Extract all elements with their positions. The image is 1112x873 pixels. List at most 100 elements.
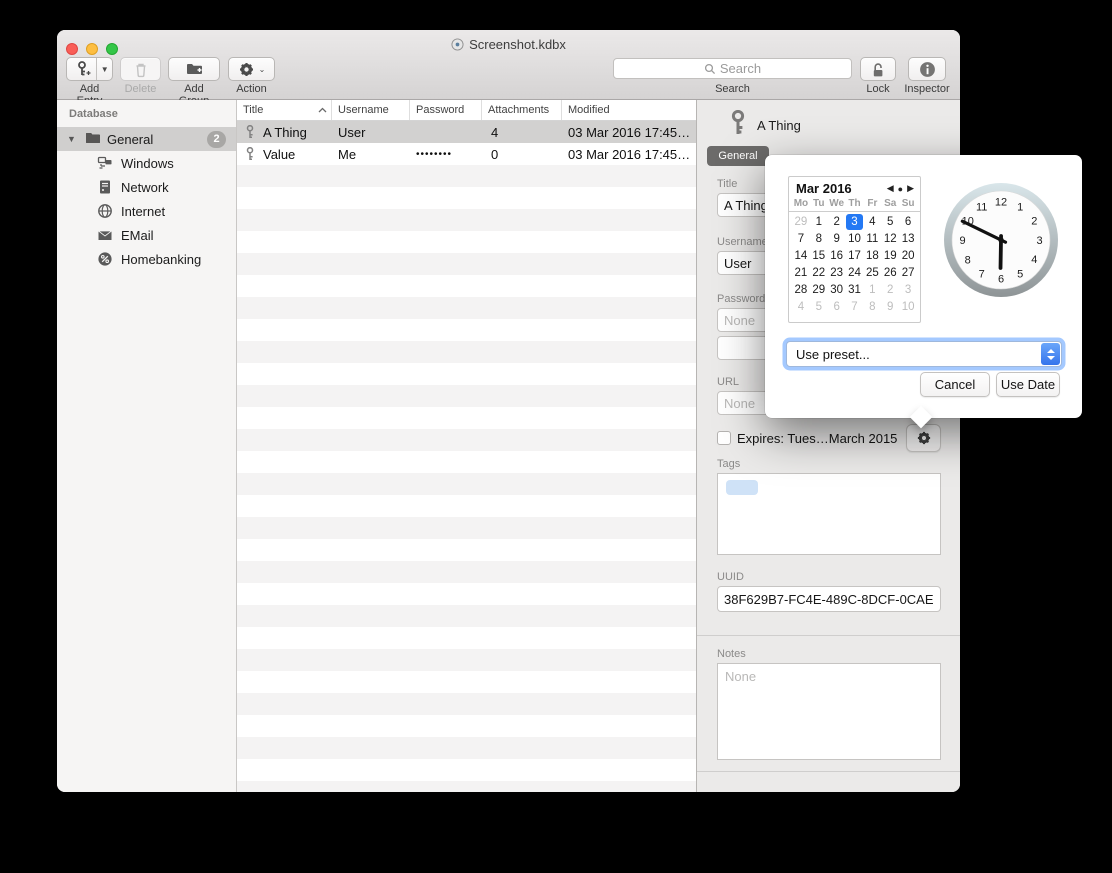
info-icon bbox=[919, 61, 936, 78]
use-date-button[interactable]: Use Date bbox=[996, 372, 1060, 397]
calendar-day[interactable]: 4 bbox=[792, 299, 810, 315]
clock-numeral: 1 bbox=[1017, 202, 1023, 214]
search-input[interactable]: Search bbox=[613, 58, 852, 79]
calendar-day[interactable]: 1 bbox=[863, 282, 881, 298]
clock-numeral: 3 bbox=[1036, 235, 1042, 247]
expires-row: Expires: Tues…March 2015 bbox=[717, 424, 941, 452]
sidebar-item-label: Homebanking bbox=[121, 252, 201, 267]
column-header-title[interactable]: Title bbox=[237, 100, 332, 120]
calendar-day[interactable]: 8 bbox=[863, 299, 881, 315]
calendar-day[interactable]: 22 bbox=[810, 265, 828, 281]
calendar-day[interactable]: 2 bbox=[828, 214, 846, 230]
calendar-day[interactable]: 31 bbox=[846, 282, 864, 298]
calendar-day[interactable]: 15 bbox=[810, 248, 828, 264]
calendar-day[interactable]: 25 bbox=[863, 265, 881, 281]
search-placeholder: Search bbox=[720, 61, 761, 76]
sort-ascending-icon bbox=[318, 107, 327, 113]
tags-field[interactable] bbox=[717, 473, 941, 555]
calendar-prev-button[interactable]: ◀ bbox=[887, 183, 894, 194]
sidebar-item-windows[interactable]: Windows bbox=[57, 151, 236, 175]
table-row[interactable]: A Thing User 4 03 Mar 2016 17:45… bbox=[237, 121, 696, 143]
chevron-down-icon: ▼ bbox=[97, 65, 112, 74]
calendar-day[interactable]: 9 bbox=[881, 299, 899, 315]
calendar-day[interactable]: 1 bbox=[810, 214, 828, 230]
calendar-day[interactable]: 11 bbox=[863, 231, 881, 247]
calendar-day[interactable]: 26 bbox=[881, 265, 899, 281]
date-picker-popover: Mar 2016 ◀ ● ▶ MoTuWeThFrSaSu 2912345678… bbox=[765, 155, 1082, 418]
calendar-next-button[interactable]: ▶ bbox=[907, 183, 914, 194]
calendar-day[interactable]: 10 bbox=[899, 299, 917, 315]
calendar-day[interactable]: 18 bbox=[863, 248, 881, 264]
calendar: Mar 2016 ◀ ● ▶ MoTuWeThFrSaSu 2912345678… bbox=[788, 176, 921, 323]
delete-button[interactable] bbox=[120, 57, 161, 81]
delete-label: Delete bbox=[120, 83, 161, 95]
sidebar-item-general[interactable]: ▼ General 2 bbox=[57, 127, 236, 151]
calendar-day[interactable]: 13 bbox=[899, 231, 917, 247]
cell-attachments: 4 bbox=[482, 125, 562, 140]
calendar-today-button[interactable]: ● bbox=[898, 184, 903, 194]
column-header-modified[interactable]: Modified bbox=[562, 100, 696, 120]
calendar-day[interactable]: 29 bbox=[810, 282, 828, 298]
calendar-month-label: Mar 2016 bbox=[796, 181, 883, 196]
calendar-day[interactable]: 6 bbox=[899, 214, 917, 230]
calendar-day[interactable]: 5 bbox=[881, 214, 899, 230]
calendar-day[interactable]: 5 bbox=[810, 299, 828, 315]
calendar-day[interactable]: 24 bbox=[846, 265, 864, 281]
sidebar-item-network[interactable]: Network bbox=[57, 175, 236, 199]
analog-clock[interactable]: 123456789101112 bbox=[941, 180, 1061, 300]
calendar-day[interactable]: 19 bbox=[881, 248, 899, 264]
calendar-day[interactable]: 9 bbox=[828, 231, 846, 247]
calendar-day[interactable]: 17 bbox=[846, 248, 864, 264]
calendar-day[interactable]: 3 bbox=[899, 282, 917, 298]
action-button[interactable]: ⌄ bbox=[228, 57, 275, 81]
calendar-day[interactable]: 12 bbox=[881, 231, 899, 247]
lock-icon bbox=[870, 61, 886, 78]
disclosure-triangle-icon[interactable]: ▼ bbox=[67, 134, 76, 144]
calendar-day[interactable]: 4 bbox=[863, 214, 881, 230]
cancel-button[interactable]: Cancel bbox=[920, 372, 990, 397]
sidebar: Database ▼ General 2 bbox=[57, 100, 237, 792]
sidebar-item-homebanking[interactable]: Homebanking bbox=[57, 247, 236, 271]
column-header-username[interactable]: Username bbox=[332, 100, 410, 120]
tag-token[interactable] bbox=[726, 480, 758, 495]
add-group-button[interactable] bbox=[168, 57, 220, 81]
expires-checkbox[interactable] bbox=[717, 431, 731, 445]
clock-numeral: 2 bbox=[1031, 216, 1037, 228]
calendar-day[interactable]: 2 bbox=[881, 282, 899, 298]
calendar-day[interactable]: 20 bbox=[899, 248, 917, 264]
table-row[interactable]: Value Me •••••••• 0 03 Mar 2016 17:45… bbox=[237, 143, 696, 165]
uuid-field[interactable]: 38F629B7-FC4E-489C-8DCF-0CAE bbox=[717, 586, 941, 612]
clock-numeral: 5 bbox=[1017, 268, 1023, 280]
document-icon bbox=[451, 38, 464, 51]
calendar-day[interactable]: 21 bbox=[792, 265, 810, 281]
expires-date-button[interactable] bbox=[906, 424, 941, 452]
calendar-day[interactable]: 7 bbox=[792, 231, 810, 247]
calendar-day-selected[interactable]: 3 bbox=[846, 214, 864, 230]
calendar-day[interactable]: 27 bbox=[899, 265, 917, 281]
cell-modified: 03 Mar 2016 17:45… bbox=[562, 125, 696, 140]
sidebar-item-internet[interactable]: Internet bbox=[57, 199, 236, 223]
preset-select[interactable]: Use preset... bbox=[786, 341, 1062, 367]
notes-field[interactable]: None bbox=[717, 663, 941, 760]
calendar-day[interactable]: 7 bbox=[846, 299, 864, 315]
calendar-day[interactable]: 30 bbox=[828, 282, 846, 298]
add-entry-button[interactable]: ▼ bbox=[66, 57, 113, 81]
calendar-day[interactable]: 28 bbox=[792, 282, 810, 298]
gear-icon bbox=[916, 430, 932, 446]
calendar-day[interactable]: 23 bbox=[828, 265, 846, 281]
calendar-day[interactable]: 10 bbox=[846, 231, 864, 247]
calendar-day[interactable]: 8 bbox=[810, 231, 828, 247]
server-icon bbox=[97, 179, 113, 195]
tab-general[interactable]: General bbox=[707, 146, 769, 166]
calendar-day[interactable]: 29 bbox=[792, 214, 810, 230]
lock-button[interactable] bbox=[860, 57, 896, 81]
column-header-password[interactable]: Password bbox=[410, 100, 482, 120]
key-plus-icon bbox=[67, 60, 96, 78]
inspector-button[interactable] bbox=[908, 57, 946, 81]
calendar-grid: 2912345678910111213141516171819202122232… bbox=[789, 212, 920, 316]
column-header-attachments[interactable]: Attachments bbox=[482, 100, 562, 120]
calendar-day[interactable]: 14 bbox=[792, 248, 810, 264]
calendar-day[interactable]: 6 bbox=[828, 299, 846, 315]
calendar-day[interactable]: 16 bbox=[828, 248, 846, 264]
sidebar-item-email[interactable]: EMail bbox=[57, 223, 236, 247]
